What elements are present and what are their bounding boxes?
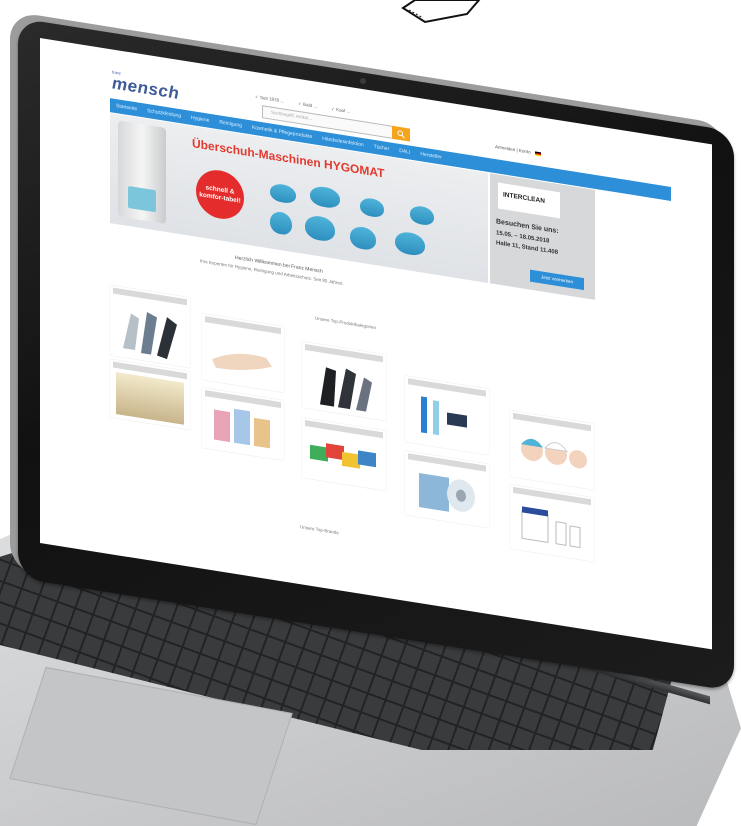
containers-image	[521, 506, 581, 549]
category-tile[interactable]	[405, 375, 489, 456]
nav-item[interactable]: DALI	[399, 148, 410, 156]
paper-roll-image	[419, 473, 475, 512]
category-tile[interactable]	[110, 285, 190, 368]
search-icon	[397, 130, 405, 139]
flag-icon[interactable]	[534, 150, 541, 156]
nav-item[interactable]: Hersteller	[420, 151, 441, 160]
shoe-cover-image	[310, 184, 340, 210]
search-placeholder: Suchbegriff, Artikel...	[271, 109, 313, 122]
machine-slot	[128, 185, 156, 213]
shoe-cover-image	[305, 213, 335, 243]
trust-item: ✓ Kauf ...	[331, 106, 351, 115]
badge-text: schnell & komfor-tabel!	[199, 184, 241, 205]
account-link[interactable]: Anmelden | Konto	[495, 144, 531, 155]
category-tile[interactable]	[202, 387, 284, 461]
shoe-cover-image	[360, 196, 384, 219]
black-gloves-image	[320, 367, 372, 412]
webcam-icon	[360, 78, 366, 84]
cleaning-tools-image	[421, 396, 467, 436]
paper-hand-illustration	[401, 0, 481, 24]
category-tile[interactable]	[110, 359, 190, 430]
trust-item: ✓ Seit 1878 ...	[255, 94, 285, 104]
shoe-cover-image	[270, 210, 292, 236]
interclean-logo-text: INTERCLEAN	[503, 191, 545, 205]
bags-image	[214, 408, 270, 449]
hand-glove-image	[212, 353, 272, 370]
nav-item[interactable]: Schutzkleidung	[147, 108, 181, 119]
hairnet-heads-image	[521, 438, 587, 469]
category-tile[interactable]	[202, 313, 284, 393]
gloves-image	[123, 311, 177, 360]
ad-button[interactable]: Jetzt vormerken	[530, 269, 584, 291]
shoe-cover-image	[350, 225, 376, 252]
trust-item: ✓ Bald ...	[298, 100, 318, 109]
shoe-cover-image	[395, 230, 425, 257]
interclean-logo: INTERCLEAN	[498, 182, 560, 219]
top-brands-heading: Unsere Top-Brands	[300, 524, 339, 536]
category-tile[interactable]	[510, 484, 594, 562]
nav-item[interactable]: Händedesinfektion	[322, 136, 363, 149]
interclean-ad[interactable]: INTERCLEAN Besuchen Sie uns: 15.05. – 18…	[490, 173, 595, 300]
hygomat-machine-image	[118, 120, 166, 224]
laptop-screen: franz mensch ✓ Seit 1878 ... ✓ Bald ... …	[40, 38, 712, 650]
top-categories-heading: Unsere Top-Produktkategorien	[315, 315, 376, 331]
category-tile[interactable]	[302, 417, 386, 491]
nav-item[interactable]: Reinigung	[219, 119, 242, 129]
nav-item[interactable]: Tücher	[374, 144, 390, 152]
sponges-image	[310, 443, 376, 469]
workplace-image	[116, 372, 184, 425]
category-tile[interactable]	[405, 450, 489, 529]
promo-badge: schnell & komfor-tabel!	[196, 166, 244, 223]
nav-item[interactable]: Hygiene	[191, 115, 209, 124]
category-tile[interactable]	[510, 410, 594, 490]
search-button[interactable]	[392, 125, 410, 142]
category-tile[interactable]	[302, 341, 386, 421]
shoe-cover-image	[270, 182, 296, 205]
nav-item[interactable]: Startseite	[116, 103, 137, 112]
shoe-cover-image	[410, 204, 434, 227]
account-area[interactable]: Anmelden | Konto	[495, 144, 541, 156]
